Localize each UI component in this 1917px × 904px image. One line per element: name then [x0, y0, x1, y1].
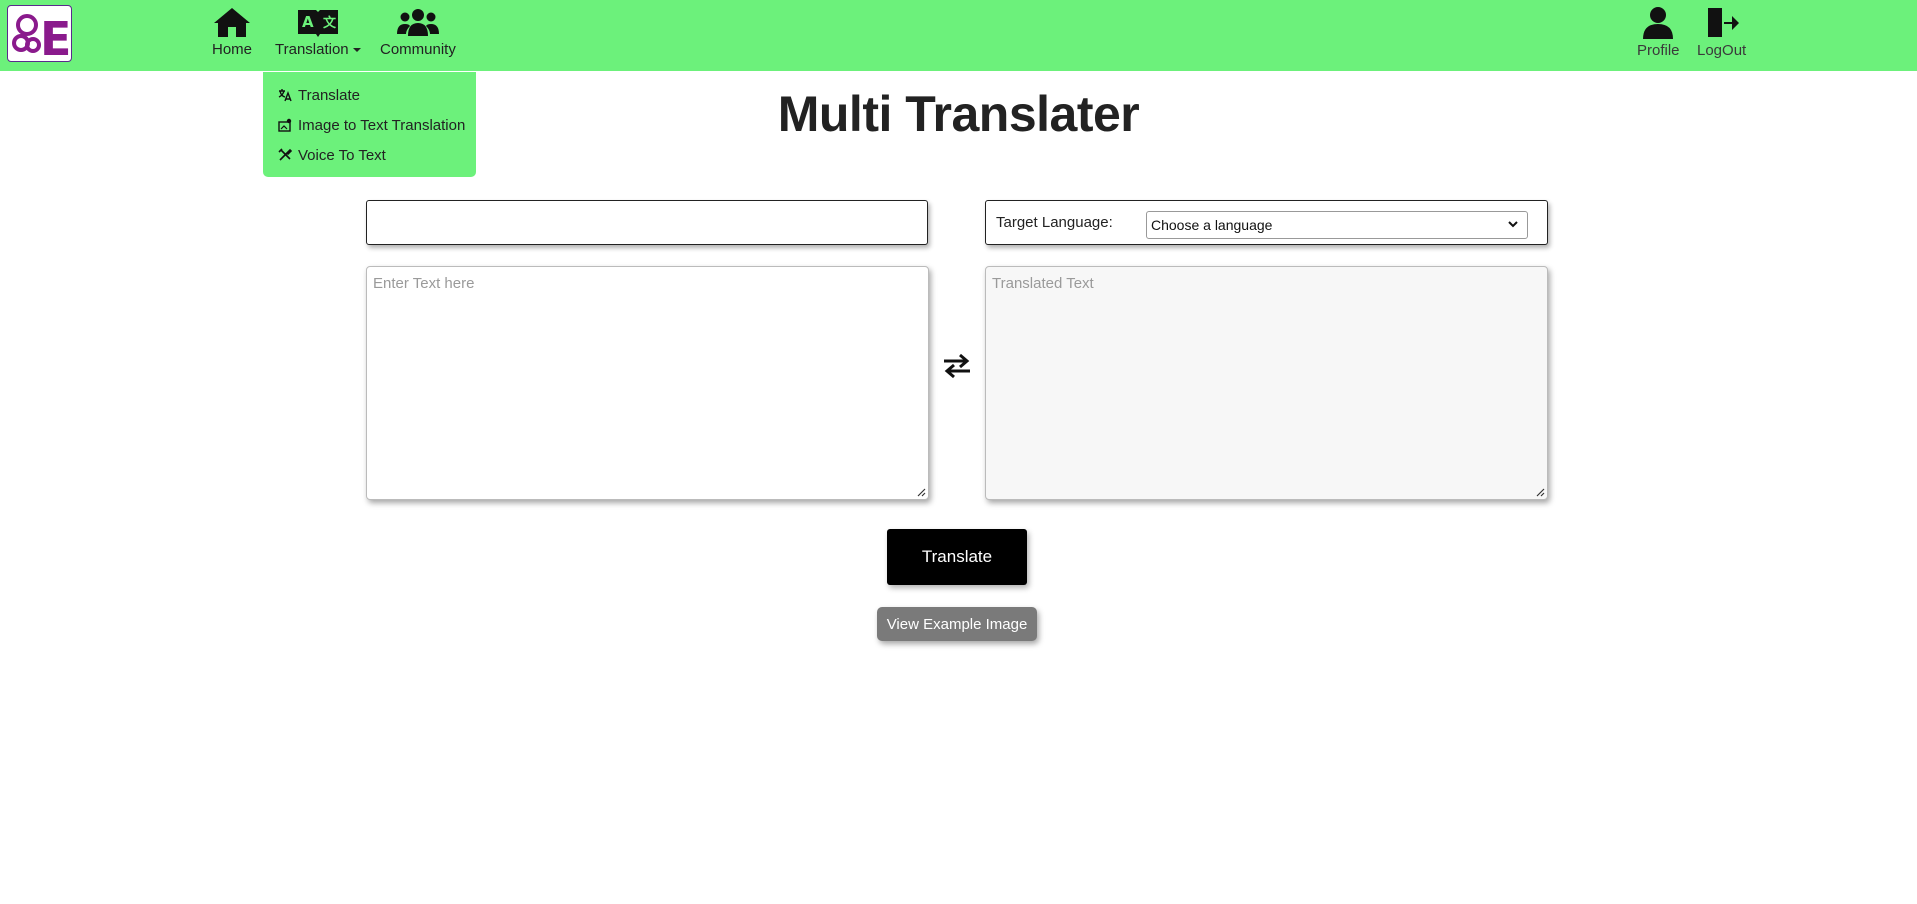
svg-text:A: A	[302, 13, 314, 31]
user-icon	[1643, 7, 1674, 39]
source-text-placeholder: Enter Text here	[373, 275, 475, 292]
translate-button[interactable]: Translate	[887, 529, 1027, 585]
swap-languages-button[interactable]	[941, 352, 973, 385]
page-title: Multi Translater	[777, 86, 1140, 142]
resize-handle-icon[interactable]	[916, 487, 926, 497]
nav-community-label: Community	[380, 41, 456, 58]
caret-down-icon	[352, 48, 361, 53]
tools-icon	[278, 148, 292, 161]
home-icon	[214, 8, 250, 37]
translated-text-output[interactable]: Translated Text	[985, 266, 1548, 500]
translation-book-icon: A 文	[297, 10, 338, 37]
swap-arrows-icon	[944, 353, 970, 379]
target-language-box: Target Language: Choose a language	[985, 200, 1548, 245]
svg-text:E: E	[40, 12, 69, 59]
source-text-input[interactable]: Enter Text here	[366, 266, 929, 500]
nav-logout[interactable]: LogOut	[1697, 6, 1746, 59]
dropdown-item-label: Voice To Text	[298, 146, 386, 164]
nav-translation-label: Translation	[275, 41, 349, 58]
chevron-down-icon	[1508, 221, 1518, 228]
source-language-box[interactable]	[366, 200, 928, 245]
nav-community[interactable]: Community	[380, 6, 456, 58]
svg-text:文: 文	[323, 15, 337, 31]
target-language-label: Target Language:	[996, 214, 1113, 231]
target-language-select[interactable]: Choose a language	[1146, 211, 1528, 239]
navbar: E Home A 文 Translation Community Profile…	[0, 0, 1917, 71]
nav-logout-label: LogOut	[1697, 42, 1747, 59]
users-icon	[396, 9, 439, 36]
target-language-selected: Choose a language	[1151, 217, 1273, 233]
nav-profile-label: Profile	[1637, 42, 1680, 59]
view-example-image-button[interactable]: View Example Image	[877, 607, 1037, 641]
nav-home[interactable]: Home	[212, 6, 252, 58]
translated-text-placeholder: Translated Text	[992, 275, 1094, 292]
logo-mark: E	[11, 12, 69, 59]
dropdown-item-voice-to-text[interactable]: Voice To Text	[263, 140, 476, 170]
resize-handle-icon[interactable]	[1535, 487, 1545, 497]
nav-home-label: Home	[212, 41, 253, 58]
site-logo[interactable]: E	[7, 5, 72, 62]
nav-profile[interactable]: Profile	[1637, 6, 1680, 59]
nav-translation[interactable]: A 文 Translation	[275, 6, 361, 58]
logout-door-icon	[1707, 8, 1739, 37]
